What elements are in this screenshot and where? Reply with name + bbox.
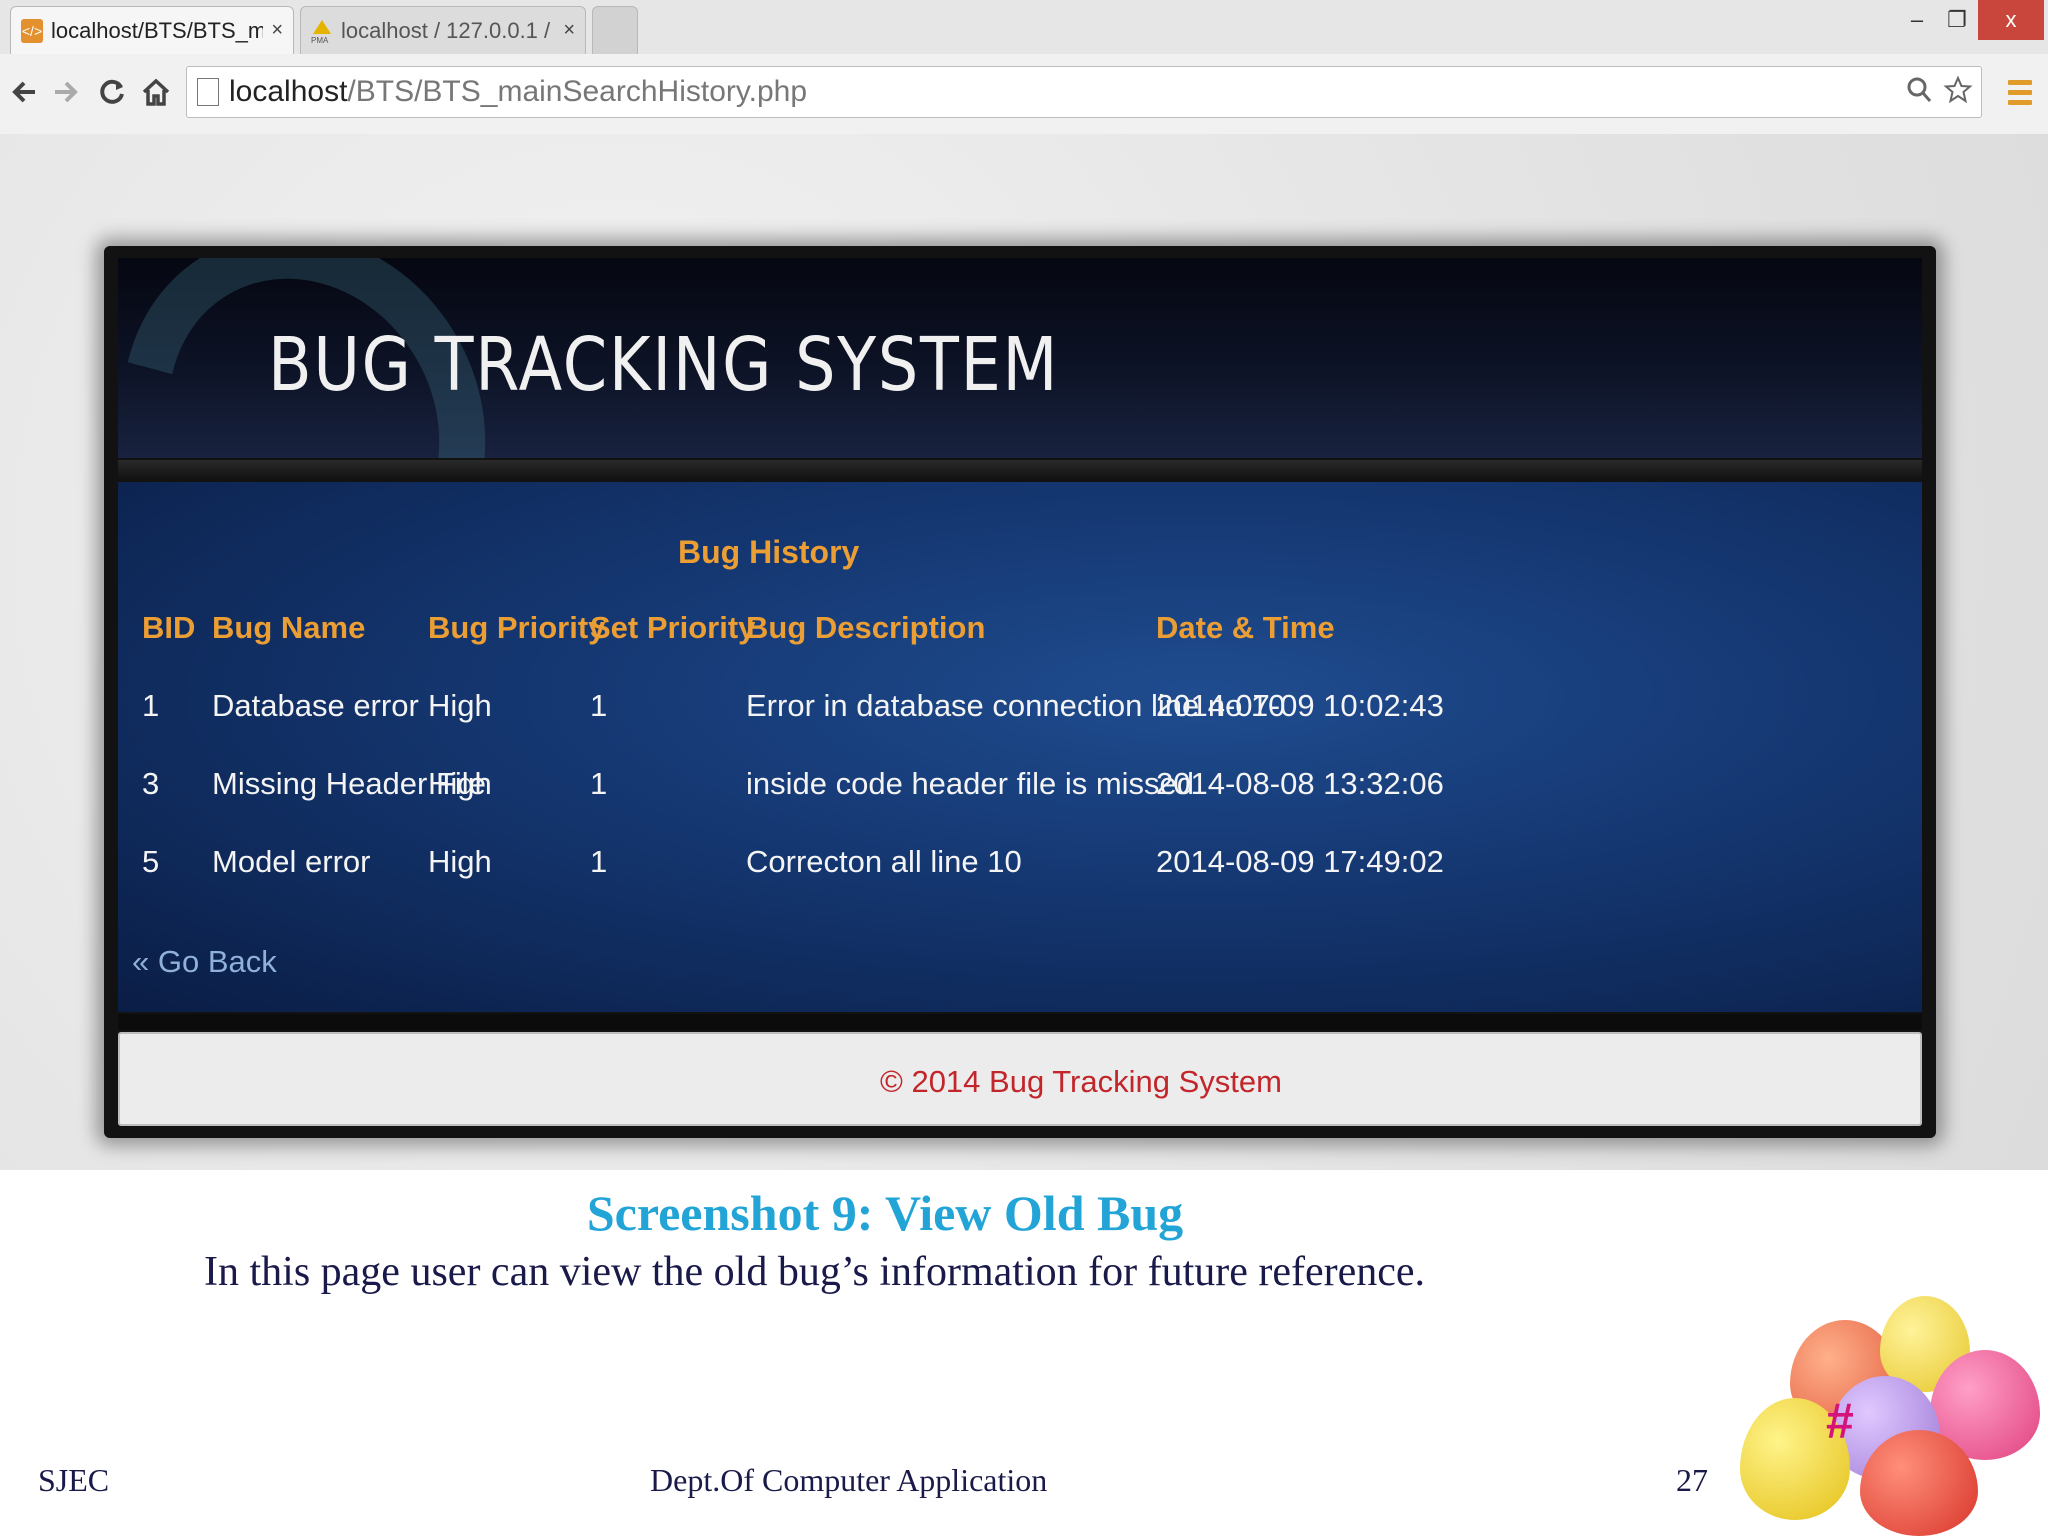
table-cell: inside code header file is missed: [746, 766, 1195, 801]
home-icon[interactable]: [138, 72, 174, 112]
url-text[interactable]: localhost/BTS/BTS_mainSearchHistory.php: [229, 75, 807, 109]
page-icon: [197, 78, 219, 106]
section-title: Bug History: [678, 534, 860, 570]
table-cell: 2014-08-09 17:49:02: [1156, 844, 1444, 879]
close-icon[interactable]: ×: [271, 19, 283, 42]
column-header: Date & Time: [1156, 610, 1335, 645]
table-cell: Correcton all line 10: [746, 844, 1022, 879]
site-footer: © 2014 Bug Tracking System: [118, 1032, 1922, 1126]
restore-button[interactable]: ❐: [1940, 0, 1974, 40]
slide-page-number: 27: [1676, 1462, 1708, 1498]
table-cell: 1: [590, 844, 608, 879]
column-header: Bug Priority: [428, 610, 606, 645]
copyright-text: © 2014 Bug Tracking System: [880, 1064, 1282, 1099]
table-cell: 3: [142, 766, 160, 801]
table-cell: 1: [142, 688, 160, 723]
tab-phpmyadmin[interactable]: PMA localhost / 127.0.0.1 / bts ×: [300, 6, 586, 54]
slide-footer-center: Dept.Of Computer Application: [650, 1462, 1048, 1498]
decorative-eggs-image: [1730, 1290, 2048, 1536]
slide-hash-mark: #: [1826, 1393, 1854, 1449]
site-banner: BUG TRACKING SYSTEM: [118, 258, 1922, 458]
page-viewport: BUG TRACKING SYSTEM Bug History BID Bug …: [0, 134, 2048, 1170]
reload-icon[interactable]: [94, 72, 130, 112]
column-header: Bug Description: [746, 610, 986, 645]
table-cell: 1: [590, 688, 608, 723]
table-cell: Database error: [212, 688, 419, 723]
column-header: BID: [142, 610, 196, 645]
svg-text:PMA: PMA: [311, 36, 329, 44]
close-icon[interactable]: ×: [563, 19, 575, 42]
bookmark-star-icon[interactable]: [1943, 75, 1973, 112]
new-tab-button[interactable]: [592, 6, 638, 54]
site-container: BUG TRACKING SYSTEM Bug History BID Bug …: [104, 246, 1936, 1138]
tab-label: localhost/BTS/BTS_mainS: [51, 17, 264, 43]
table-cell: 1: [590, 766, 608, 801]
bug-history-section: Bug History BID Bug Name Bug Priority Se…: [118, 482, 1922, 1012]
table-cell: High: [428, 688, 492, 723]
chrome-menu-icon[interactable]: [2008, 72, 2032, 112]
slide-footer-left: SJEC: [38, 1462, 110, 1498]
divider: [118, 1014, 1922, 1030]
toolbar: localhost/BTS/BTS_mainSearchHistory.php: [0, 54, 2048, 134]
phpmyadmin-icon: PMA: [311, 19, 333, 44]
table-cell: High: [428, 766, 492, 801]
tab-strip: </> localhost/BTS/BTS_mainS × PMA localh…: [0, 0, 2048, 54]
table-cell: 5: [142, 844, 160, 879]
omnibox-actions: [1905, 75, 1973, 112]
divider: [118, 460, 1922, 480]
slide-caption: Screenshot 9: View Old Bug: [586, 1185, 1184, 1241]
table-cell: High: [428, 844, 492, 879]
column-header: Set Priority: [590, 610, 756, 645]
forward-icon[interactable]: [48, 72, 84, 112]
zoom-icon[interactable]: [1905, 75, 1933, 112]
slide-description: In this page user can view the old bug’s…: [204, 1249, 1426, 1295]
table-cell: Model error: [212, 844, 371, 879]
browser-chrome: </> localhost/BTS/BTS_mainS × PMA localh…: [0, 0, 2048, 135]
html-file-icon: </>: [21, 18, 43, 43]
tab-bts-main[interactable]: </> localhost/BTS/BTS_mainS ×: [10, 6, 294, 54]
site-title: BUG TRACKING SYSTEM: [268, 322, 1060, 408]
table-cell: 2014-08-08 13:32:06: [1156, 766, 1444, 801]
address-bar[interactable]: localhost/BTS/BTS_mainSearchHistory.php: [186, 66, 1982, 118]
column-header: Bug Name: [212, 610, 366, 645]
back-icon[interactable]: [6, 72, 42, 112]
table-cell: 2014-07-09 10:02:43: [1156, 688, 1444, 723]
close-window-button[interactable]: x: [1978, 0, 2044, 40]
tab-label: localhost / 127.0.0.1 / bts: [341, 17, 555, 43]
minimize-button[interactable]: –: [1900, 0, 1934, 40]
go-back-link[interactable]: « Go Back: [132, 944, 277, 980]
